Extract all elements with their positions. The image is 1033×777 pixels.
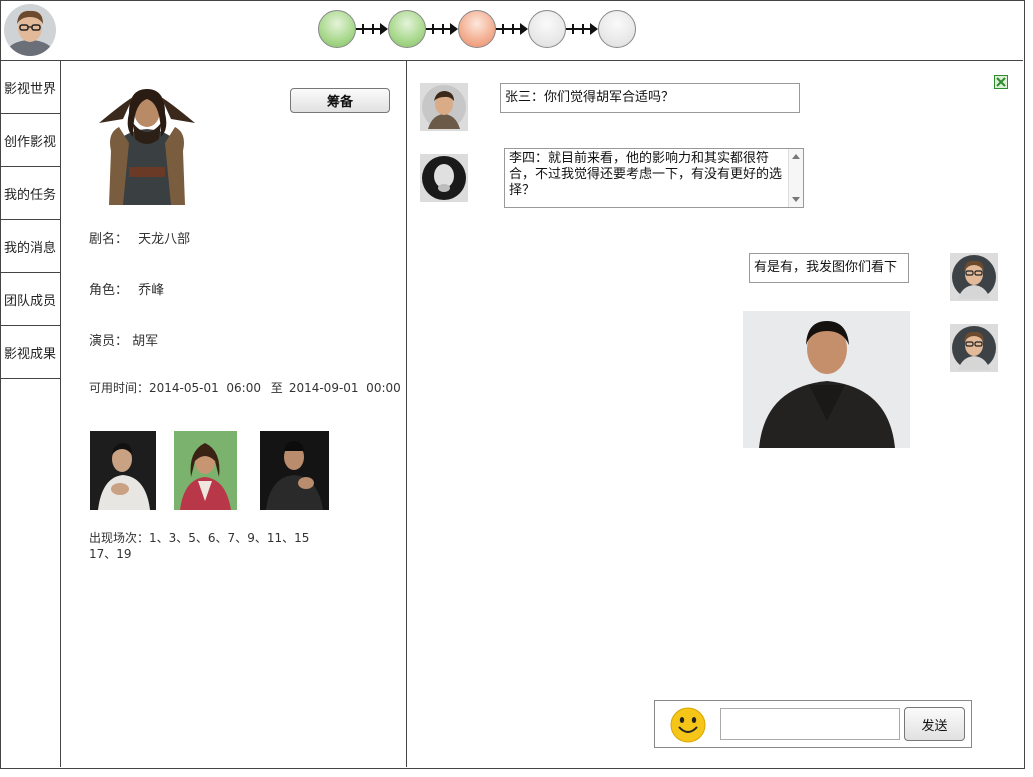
sidebar-item-film-world[interactable]: 影视世界 [0,61,60,114]
top-bar [0,0,1023,61]
actor-field: 演员： 胡军 [89,330,158,349]
message-text-lisi: 李四：就目前来看，他的影响力和其实都很符合，不过我觉得还要考虑一下，有没有更好的… [509,151,783,198]
candidate-photo-3[interactable] [260,431,329,510]
role-detail-panel: 筹备 剧名： 天龙八部 角色： 乔峰 演员： 胡军 可用时间：2014-05-0… [61,61,407,767]
actor-label: 演员： [89,334,129,349]
chat-panel: 张三：你们觉得胡军合适吗？ 李四：就目前来看，他的影响力和其实都很符合，不过我觉… [407,61,1023,767]
available-end: 2014-09-01 00:00 [288,381,401,395]
message-bubble-self: 有是有，我发图你们看下 [749,253,909,283]
drama-field: 剧名： 天龙八部 [89,228,190,247]
step-1[interactable] [318,10,356,48]
avatar-self-2[interactable] [950,324,998,372]
chat-input-bar: 发送 [654,700,972,748]
step-5[interactable] [598,10,636,48]
progress-steps [318,9,636,49]
sidebar-nav: 影视世界 创作影视 我的任务 我的消息 团队成员 影视成果 [0,61,61,767]
sidebar-item-film-results[interactable]: 影视成果 [0,326,60,379]
sidebar-item-my-messages[interactable]: 我的消息 [0,220,60,273]
message-bubble-zhangsan: 张三：你们觉得胡军合适吗？ [500,83,800,113]
step-connector [496,22,528,36]
step-4[interactable] [528,10,566,48]
close-icon[interactable] [994,75,1008,89]
available-label: 可用时间： [89,381,150,395]
step-2[interactable] [388,10,426,48]
step-connector [566,22,598,36]
step-connector [356,22,388,36]
scenes-label: 出现场次： [89,531,150,545]
emoji-icon[interactable] [670,707,706,743]
avatar-zhangsan[interactable] [420,83,468,131]
avatar-self[interactable] [950,253,998,301]
shared-actor-photo[interactable] [743,311,910,448]
role-label: 角色： [89,283,129,298]
candidate-photo-2[interactable] [174,431,237,510]
candidate-photo-1[interactable] [90,431,156,510]
available-start: 2014-05-01 06:00 [149,381,261,395]
role-value: 乔峰 [138,283,165,298]
message-scrollbar[interactable] [788,149,803,207]
scenes-line-2: 17、19 [89,547,132,561]
drama-label: 剧名： [89,232,129,247]
scenes-line-1: 1、3、5、6、7、9、11、15 [149,531,310,545]
user-avatar[interactable] [4,4,56,56]
sidebar-item-create-film[interactable]: 创作影视 [0,114,60,167]
sidebar-item-team-members[interactable]: 团队成员 [0,273,60,326]
scenes-field: 出现场次：1、3、5、6、7、9、11、15 17、19 [89,530,309,562]
step-3[interactable] [458,10,496,48]
available-separator: 至 [270,381,283,395]
chat-message-input[interactable] [720,708,900,740]
avatar-lisi[interactable] [420,154,468,202]
drama-value: 天龙八部 [138,232,191,247]
prepare-button[interactable]: 筹备 [290,88,390,113]
actor-value: 胡军 [132,334,159,349]
character-portrait [89,83,205,205]
role-field: 角色： 乔峰 [89,279,164,298]
sidebar-item-my-tasks[interactable]: 我的任务 [0,167,60,220]
available-time-field: 可用时间：2014-05-01 06:00 至 2014-09-01 00:00 [89,379,401,396]
message-bubble-lisi: 李四：就目前来看，他的影响力和其实都很符合，不过我觉得还要考虑一下，有没有更好的… [504,148,804,208]
step-connector [426,22,458,36]
send-button[interactable]: 发送 [904,707,965,741]
